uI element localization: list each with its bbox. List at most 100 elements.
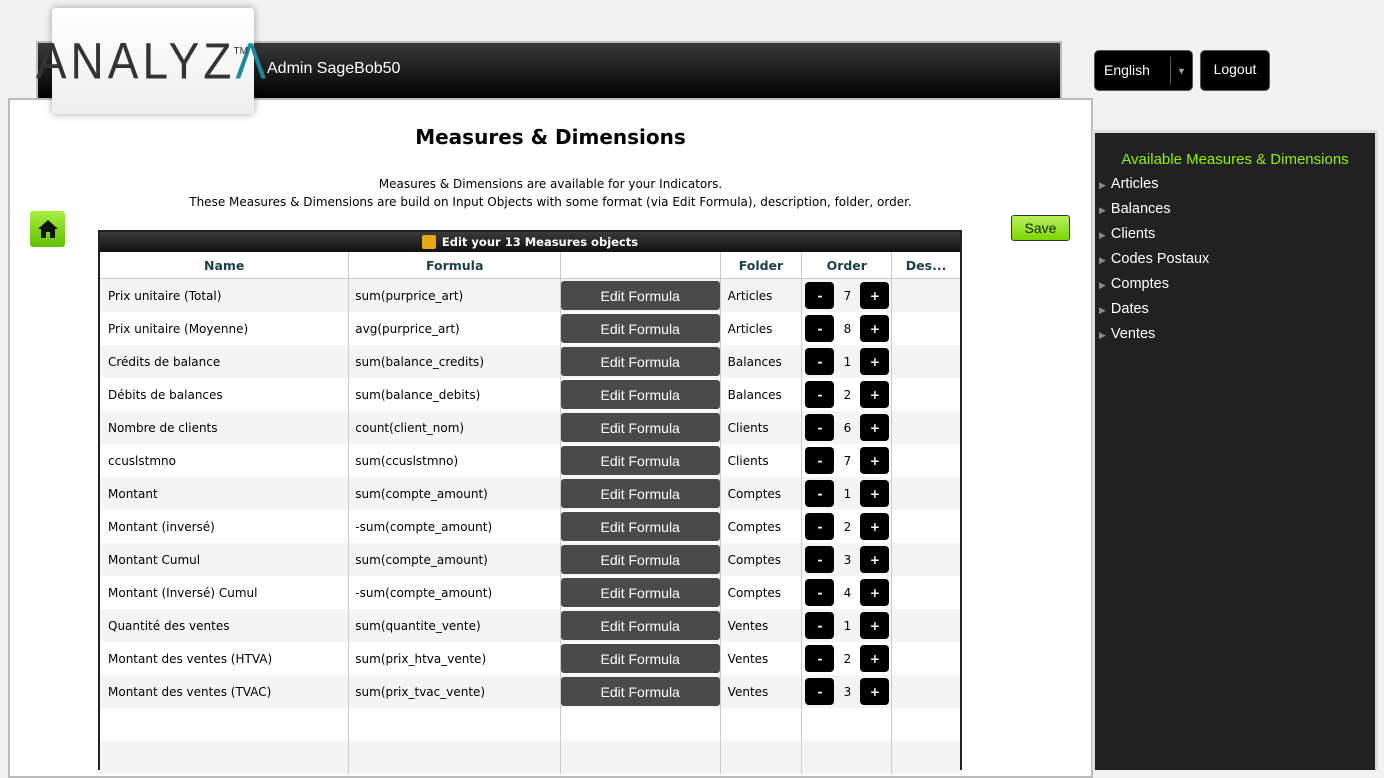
cell-edit: Edit Formula [560, 543, 721, 576]
order-value: 7 [843, 288, 852, 303]
order-increase-button[interactable]: + [860, 480, 890, 507]
order-decrease-button[interactable]: - [805, 579, 835, 606]
cell-description[interactable] [892, 411, 960, 444]
sidebar-item[interactable]: ▶ Clients [1095, 222, 1375, 247]
column-header-formula[interactable]: Formula [349, 252, 561, 278]
expand-arrow-icon: ▶ [1099, 330, 1106, 340]
edit-formula-button[interactable]: Edit Formula [560, 281, 720, 310]
edit-formula-button[interactable]: Edit Formula [560, 644, 720, 673]
cell-description[interactable] [892, 345, 960, 378]
column-header-folder[interactable]: Folder [721, 252, 803, 278]
expand-arrow-icon: ▶ [1099, 180, 1106, 190]
cell-order: -3 + [802, 543, 893, 576]
edit-formula-button[interactable]: Edit Formula [560, 677, 720, 706]
home-button[interactable] [30, 211, 65, 247]
order-increase-button[interactable]: + [860, 348, 890, 375]
order-increase-button[interactable]: + [860, 282, 890, 309]
order-increase-button[interactable]: + [860, 612, 890, 639]
cell-folder: Comptes [721, 543, 803, 576]
sidebar-item[interactable]: ▶ Dates [1095, 297, 1375, 322]
order-value: 3 [843, 552, 852, 567]
cell-folder: Comptes [721, 477, 803, 510]
cell-description[interactable] [892, 576, 960, 609]
order-decrease-button[interactable]: - [805, 612, 835, 639]
order-decrease-button[interactable]: - [805, 348, 835, 375]
edit-formula-button[interactable]: Edit Formula [560, 512, 720, 541]
edit-formula-button[interactable]: Edit Formula [560, 611, 720, 640]
grid-header-row: Name Formula Folder Order Des... [100, 252, 960, 279]
save-button[interactable]: Save [1011, 215, 1070, 241]
order-increase-button[interactable]: + [860, 645, 890, 672]
cell-edit: Edit Formula [560, 675, 721, 708]
order-decrease-button[interactable]: - [805, 678, 835, 705]
cell-description[interactable] [892, 510, 960, 543]
cell-description[interactable] [892, 642, 960, 675]
sidebar-item[interactable]: ▶ Articles [1095, 172, 1375, 197]
edit-formula-button[interactable]: Edit Formula [560, 347, 720, 376]
cell-order: -7 + [802, 444, 893, 477]
logout-button[interactable]: Logout [1200, 50, 1270, 91]
language-select[interactable]: English ▼ [1094, 50, 1193, 91]
order-decrease-button[interactable]: - [805, 447, 835, 474]
order-increase-button[interactable]: + [860, 315, 890, 342]
order-increase-button[interactable]: + [860, 579, 890, 606]
cell-name: Nombre de clients [100, 411, 350, 444]
edit-formula-button[interactable]: Edit Formula [560, 545, 720, 574]
order-increase-button[interactable]: + [860, 546, 890, 573]
order-decrease-button[interactable]: - [805, 645, 835, 672]
cell-description[interactable] [892, 312, 960, 345]
cell-empty [349, 708, 561, 741]
order-increase-button[interactable]: + [860, 447, 890, 474]
order-increase-button[interactable]: + [860, 381, 890, 408]
edit-formula-button[interactable]: Edit Formula [560, 380, 720, 409]
page-title: Measures & Dimensions [415, 125, 686, 149]
order-decrease-button[interactable]: - [805, 480, 835, 507]
column-header-order[interactable]: Order [802, 252, 893, 278]
edit-formula-button[interactable]: Edit Formula [560, 446, 720, 475]
cell-description[interactable] [892, 279, 960, 312]
cell-folder: Clients [721, 444, 803, 477]
table-row: Montant sum(compte_amount) Edit Formula … [100, 477, 960, 510]
order-decrease-button[interactable]: - [805, 513, 835, 540]
cell-description[interactable] [892, 675, 960, 708]
sidebar-item[interactable]: ▶ Codes Postaux [1095, 247, 1375, 272]
order-decrease-button[interactable]: - [805, 315, 835, 342]
order-value: 3 [843, 684, 852, 699]
order-value: 4 [843, 585, 852, 600]
grid-title: Edit your 13 Measures objects [100, 232, 960, 252]
sidebar-item-label: Codes Postaux [1110, 251, 1210, 267]
order-decrease-button[interactable]: - [805, 414, 835, 441]
cell-description[interactable] [892, 378, 960, 411]
order-increase-button[interactable]: + [860, 513, 890, 540]
cell-formula: sum(prix_htva_vente) [349, 642, 561, 675]
edit-formula-button[interactable]: Edit Formula [560, 578, 720, 607]
cell-edit: Edit Formula [560, 609, 721, 642]
cell-formula: -sum(compte_amount) [349, 510, 561, 543]
order-decrease-button[interactable]: - [805, 546, 835, 573]
column-header-description[interactable]: Des... [892, 252, 960, 278]
edit-formula-button[interactable]: Edit Formula [560, 314, 720, 343]
cell-formula: sum(prix_tvac_vente) [349, 675, 561, 708]
cell-description[interactable] [892, 609, 960, 642]
cell-folder: Ventes [721, 642, 803, 675]
cell-folder: Comptes [721, 510, 803, 543]
expand-arrow-icon: ▶ [1099, 205, 1106, 215]
edit-formula-button[interactable]: Edit Formula [560, 479, 720, 508]
sidebar-item[interactable]: ▶ Ventes [1095, 322, 1375, 347]
edit-formula-button[interactable]: Edit Formula [560, 413, 720, 442]
cell-empty [892, 741, 960, 774]
order-decrease-button[interactable]: - [805, 381, 835, 408]
order-decrease-button[interactable]: - [805, 282, 835, 309]
order-increase-button[interactable]: + [860, 414, 890, 441]
subtitle-line: These Measures & Dimensions are build on… [189, 195, 912, 209]
cell-edit: Edit Formula [560, 411, 721, 444]
column-header-name[interactable]: Name [100, 252, 350, 278]
cell-description[interactable] [892, 477, 960, 510]
cell-edit: Edit Formula [560, 444, 721, 477]
sidebar-item[interactable]: ▶ Balances [1095, 197, 1375, 222]
cell-description[interactable] [892, 444, 960, 477]
analyza-logo[interactable]: ANALYZΛ TM [36, 8, 266, 114]
cell-description[interactable] [892, 543, 960, 576]
sidebar-item[interactable]: ▶ Comptes [1095, 272, 1375, 297]
order-increase-button[interactable]: + [860, 678, 890, 705]
